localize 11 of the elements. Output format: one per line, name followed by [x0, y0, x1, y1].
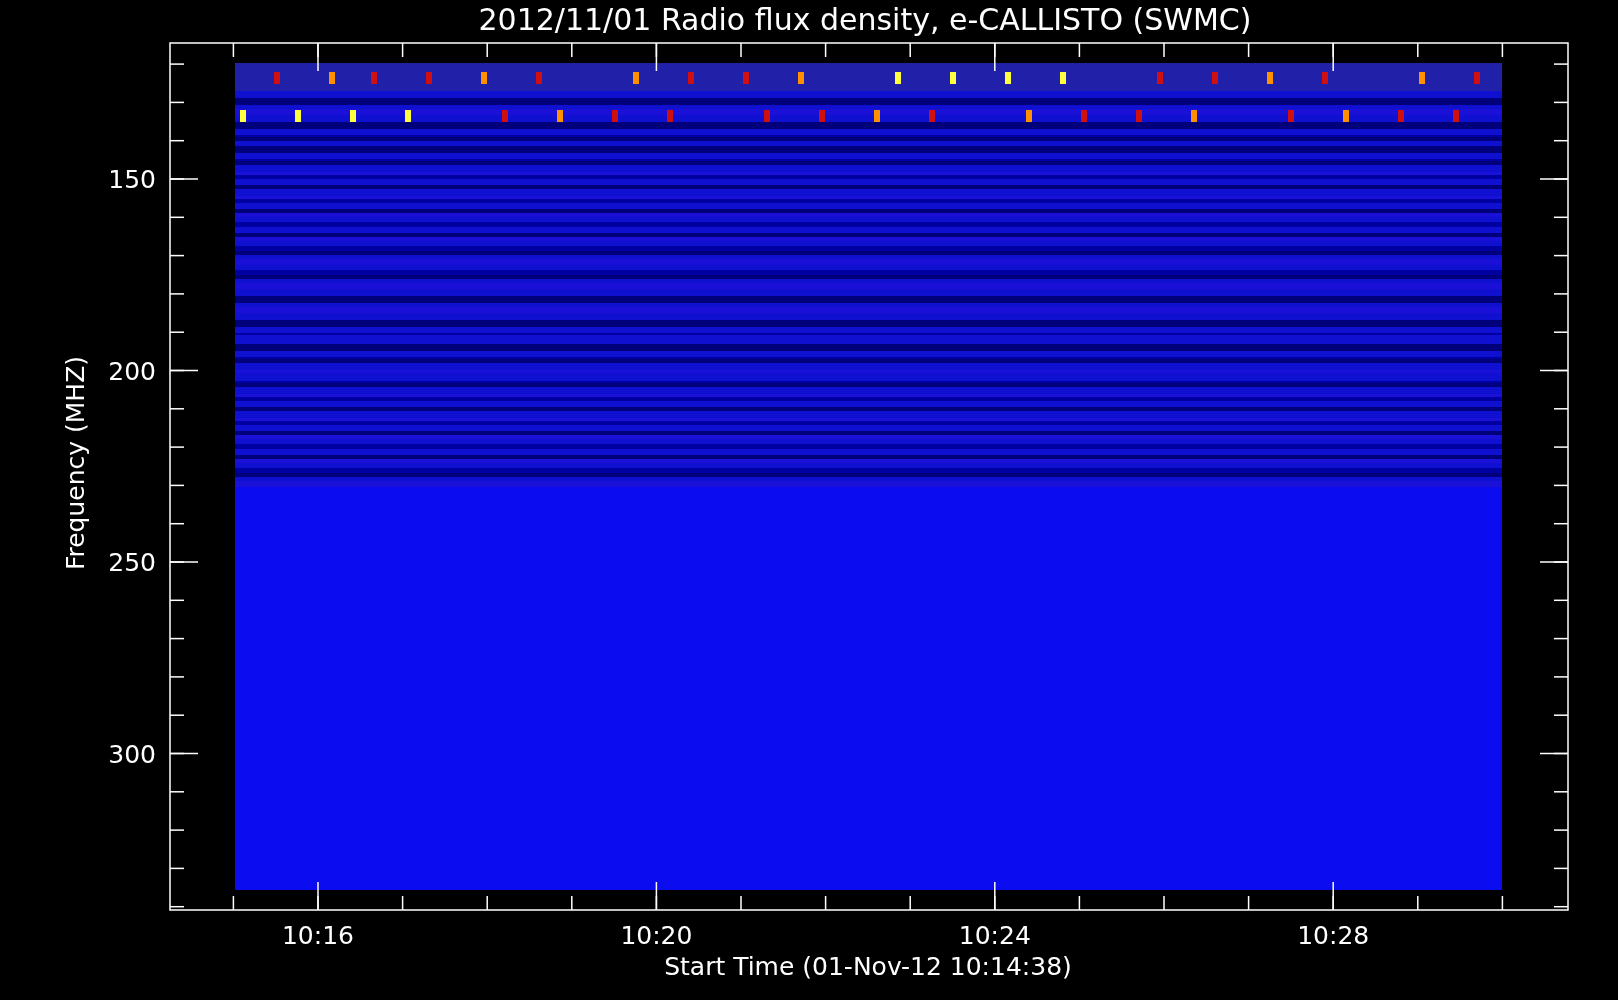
y-tick-label: 150 — [108, 165, 156, 194]
y-axis-label: Frequency (MHZ) — [61, 355, 90, 571]
x-axis-label: Start Time (01-Nov-12 10:14:38) — [664, 952, 1072, 981]
x-tick-label: 10:24 — [958, 921, 1031, 950]
x-tick-label: 10:20 — [620, 921, 693, 950]
y-tick-label: 300 — [108, 739, 156, 769]
y-tick-label: 200 — [108, 356, 156, 386]
y-tick-label: 250 — [108, 548, 156, 577]
x-tick-label: 10:28 — [1297, 921, 1370, 950]
chart-title: 2012/11/01 Radio flux density, e-CALLISTO (SWMC) — [478, 2, 1252, 37]
x-tick-label: 10:16 — [282, 921, 354, 950]
